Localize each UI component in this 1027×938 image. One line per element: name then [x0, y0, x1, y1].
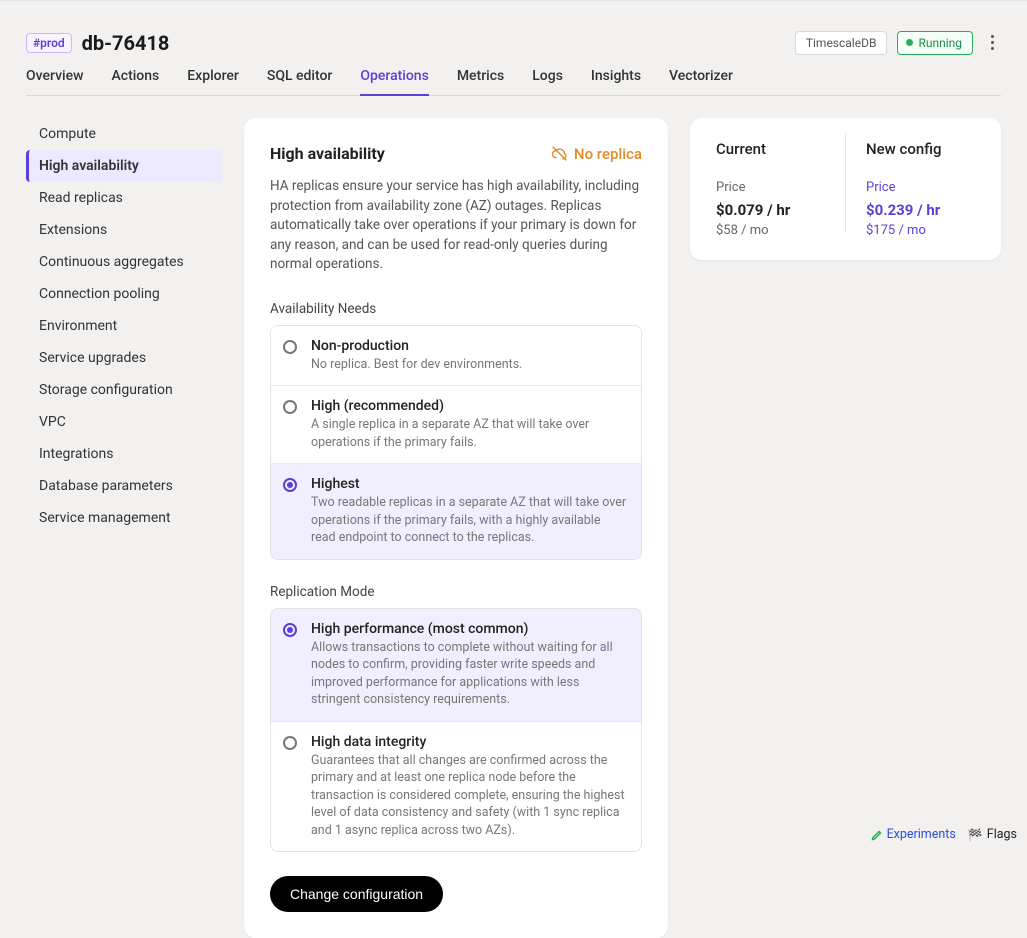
section-title: High availability: [270, 144, 385, 163]
slash-cloud-icon: [551, 145, 568, 162]
radio-icon: [283, 340, 297, 354]
tab-vectorizer[interactable]: Vectorizer: [669, 68, 733, 95]
replication-options: High performance (most common) Allows tra…: [270, 608, 642, 853]
radio-icon: [283, 478, 297, 492]
status-pill[interactable]: Running: [897, 31, 973, 55]
current-price-label: Price: [716, 180, 825, 195]
experiments-link[interactable]: Experiments: [871, 827, 956, 842]
settings-sidebar: ComputeHigh availabilityRead replicasExt…: [26, 118, 222, 534]
tab-logs[interactable]: Logs: [532, 68, 563, 95]
high-availability-card: High availability No replica HA replicas…: [244, 118, 668, 938]
sidebar-item-high-availability[interactable]: High availability: [26, 150, 222, 182]
sidebar-item-storage-configuration[interactable]: Storage configuration: [26, 374, 222, 406]
option-description: No replica. Best for dev environments.: [311, 356, 627, 374]
tab-overview[interactable]: Overview: [26, 68, 83, 95]
availability-needs-label: Availability Needs: [270, 301, 642, 317]
env-tag[interactable]: #prod: [26, 33, 72, 53]
tab-metrics[interactable]: Metrics: [457, 68, 504, 95]
tab-actions[interactable]: Actions: [111, 68, 159, 95]
tab-explorer[interactable]: Explorer: [187, 68, 239, 95]
sidebar-item-environment[interactable]: Environment: [26, 310, 222, 342]
sidebar-item-service-management[interactable]: Service management: [26, 502, 222, 534]
change-configuration-button[interactable]: Change configuration: [270, 876, 443, 912]
tab-operations[interactable]: Operations: [360, 68, 428, 96]
sidebar-item-continuous-aggregates[interactable]: Continuous aggregates: [26, 246, 222, 278]
flag-icon: 🏁: [968, 828, 983, 842]
sidebar-item-extensions[interactable]: Extensions: [26, 214, 222, 246]
radio-icon: [283, 400, 297, 414]
status-text: Running: [918, 36, 962, 50]
availability-options: Non-production No replica. Best for dev e…: [270, 325, 642, 560]
replication-option-high-performance-most-common[interactable]: High performance (most common) Allows tra…: [271, 609, 641, 721]
dev-footer: Experiments 🏁 Flags: [871, 827, 1017, 842]
option-description: Allows transactions to complete without …: [311, 639, 627, 709]
status-dot-icon: [906, 39, 913, 46]
replication-option-high-data-integrity[interactable]: High data integrity Guarantees that all c…: [271, 721, 641, 852]
tab-insights[interactable]: Insights: [591, 68, 641, 95]
option-title: High (recommended): [311, 398, 627, 414]
sidebar-item-database-parameters[interactable]: Database parameters: [26, 470, 222, 502]
more-menu-button[interactable]: [983, 29, 1001, 56]
sidebar-item-integrations[interactable]: Integrations: [26, 438, 222, 470]
current-pricing: Current Price $0.079 / hr $58 / mo: [716, 140, 825, 238]
new-pricing: New config Price $0.239 / hr $175 / mo: [866, 140, 975, 238]
option-title: High data integrity: [311, 734, 627, 750]
sidebar-item-service-upgrades[interactable]: Service upgrades: [26, 342, 222, 374]
pencil-icon: [871, 829, 883, 841]
section-description: HA replicas ensure your service has high…: [270, 177, 642, 275]
sidebar-item-vpc[interactable]: VPC: [26, 406, 222, 438]
tab-sql-editor[interactable]: SQL editor: [267, 68, 333, 95]
new-price-monthly: $175 / mo: [866, 223, 975, 238]
current-price-hourly: $0.079 / hr: [716, 201, 825, 219]
pricing-divider: [845, 134, 846, 232]
db-type-pill[interactable]: TimescaleDB: [795, 31, 888, 55]
page-header: #prod db-76418 TimescaleDB Running: [26, 29, 1001, 56]
sidebar-item-connection-pooling[interactable]: Connection pooling: [26, 278, 222, 310]
availability-option-non-production[interactable]: Non-production No replica. Best for dev e…: [271, 326, 641, 386]
option-description: Guarantees that all changes are confirme…: [311, 752, 627, 840]
current-price-monthly: $58 / mo: [716, 223, 825, 238]
sidebar-item-read-replicas[interactable]: Read replicas: [26, 182, 222, 214]
radio-icon: [283, 623, 297, 637]
pricing-card: Current Price $0.079 / hr $58 / mo New c…: [690, 118, 1001, 260]
option-title: Highest: [311, 476, 627, 492]
database-title: db-76418: [82, 31, 170, 55]
sidebar-item-compute[interactable]: Compute: [26, 118, 222, 150]
new-heading: New config: [866, 140, 975, 158]
option-description: A single replica in a separate AZ that w…: [311, 416, 627, 451]
option-description: Two readable replicas in a separate AZ t…: [311, 494, 627, 547]
new-price-label: Price: [866, 180, 975, 195]
availability-option-highest[interactable]: Highest Two readable replicas in a separa…: [271, 463, 641, 559]
flags-link[interactable]: 🏁 Flags: [968, 827, 1017, 842]
radio-icon: [283, 736, 297, 750]
option-title: High performance (most common): [311, 621, 627, 637]
current-heading: Current: [716, 140, 825, 158]
option-title: Non-production: [311, 338, 627, 354]
replication-mode-label: Replication Mode: [270, 584, 642, 600]
top-tabs: Overview Actions Explorer SQL editor Operati…: [26, 68, 1001, 96]
availability-option-high-recommended[interactable]: High (recommended) A single replica in a …: [271, 385, 641, 463]
new-price-hourly: $0.239 / hr: [866, 201, 975, 219]
no-replica-badge: No replica: [551, 145, 642, 163]
